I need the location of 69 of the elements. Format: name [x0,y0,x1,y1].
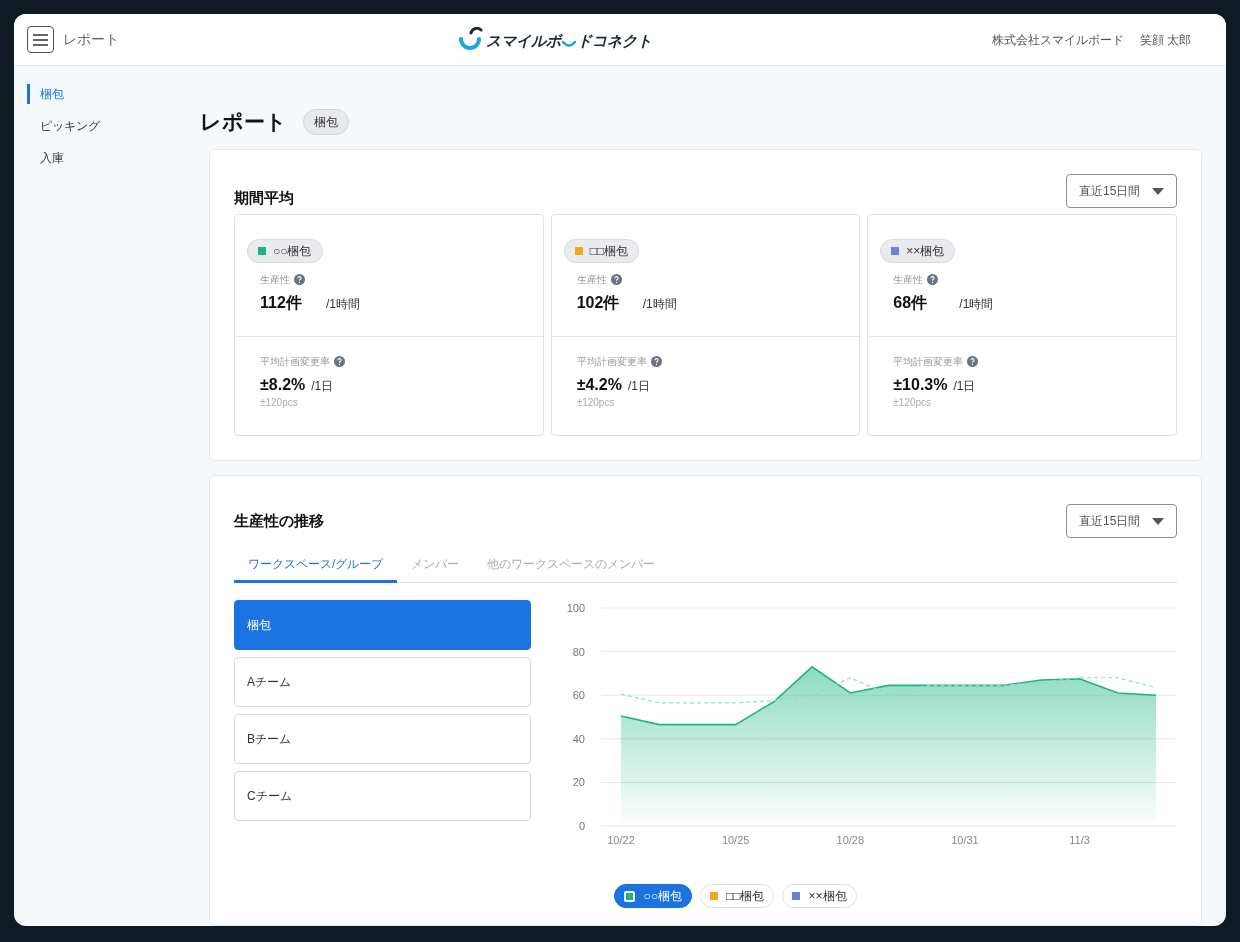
axis-label: 0 [578,820,585,832]
metric-unit: /1時間 [642,296,677,313]
page-title: レポート [63,30,119,49]
metric-unit: /1日 [627,378,650,395]
axis-label: 20 [572,776,585,789]
section-title: 生産性の推移 [234,510,324,531]
axis-label: 11/3 [1069,834,1090,846]
help-icon [967,356,979,367]
metric-label: 平均計画変更率 [260,355,330,369]
metric-value: ±4.2% [576,375,622,395]
help-icon [927,274,939,285]
category-badge: 梱包 [303,109,349,135]
axis-label: 10/25 [721,834,750,846]
metric-value: 112件 [260,293,303,313]
help-icon [650,356,662,367]
axis-label: 40 [572,732,585,745]
sidebar-item[interactable]: 梱包 [27,84,186,104]
metric-unit: /1日 [953,378,976,395]
axis-label: 10/31 [951,834,979,846]
category-chip: □□梱包 [563,239,640,263]
axis-label: 80 [572,645,585,658]
metric-label: 平均計画変更率 [576,355,647,369]
axis-label: 10/28 [836,834,865,846]
metric-label: 平均計画変更率 [893,355,964,369]
section-title: 期間平均 [234,187,294,208]
user-name[interactable]: 笑顔 太郎 [1139,30,1191,49]
help-icon [294,274,305,285]
caret-icon [1152,187,1164,195]
period-dropdown[interactable]: 直近15日間 [1066,174,1177,208]
metric-value: 102件 [576,293,621,313]
sidebar-item[interactable]: ピッキング [27,116,186,136]
metric-label: 生産性 [260,273,290,287]
group-item[interactable]: Bチーム [234,714,531,764]
logo-text: ドコネクト [577,31,653,51]
company-name: 株式会社スマイルボード [991,31,1124,49]
metric-value: ±8.2% [260,375,306,395]
metric-unit: /1日 [311,378,334,395]
category-chip: ○○梱包 [247,239,323,263]
metric-subtext: ±120pcs [893,397,933,409]
sidebar-item[interactable]: 入庫 [27,148,186,168]
smile-dash-icon [562,39,577,48]
group-item[interactable]: Cチーム [234,771,531,821]
metric-value: ±10.3% [893,375,948,395]
menu-icon [33,33,48,46]
axis-label: 10/22 [607,834,635,846]
legend-toggle[interactable]: ○○梱包 [614,884,692,908]
metric-subtext: ±120pcs [260,397,299,409]
logo-text: スマイルボ [486,31,562,51]
period-dropdown[interactable]: 直近15日間 [1066,504,1177,538]
metric-label: 生産性 [576,273,607,287]
legend-toggle[interactable]: ××梱包 [782,884,857,908]
menu-button[interactable] [27,26,54,53]
category-chip: ××梱包 [880,239,956,263]
metric-value: 68件 [893,293,929,313]
metric-unit: /1時間 [326,296,360,313]
group-item[interactable]: 梱包 [234,600,531,650]
help-icon [610,274,622,285]
help-icon [334,356,345,367]
axis-label: 100 [566,602,585,614]
smile-logo-icon [458,26,485,53]
caret-icon [1152,517,1164,525]
page-heading: レポート [200,109,287,136]
tab[interactable]: ワークスペース/グループ [234,548,398,583]
metric-subtext: ±120pcs [576,397,616,409]
metric-label: 生産性 [893,273,924,287]
axis-label: 60 [572,689,585,702]
legend-toggle[interactable]: □□梱包 [700,884,775,908]
group-item[interactable]: Aチーム [234,657,531,707]
metric-unit: /1時間 [959,296,994,313]
